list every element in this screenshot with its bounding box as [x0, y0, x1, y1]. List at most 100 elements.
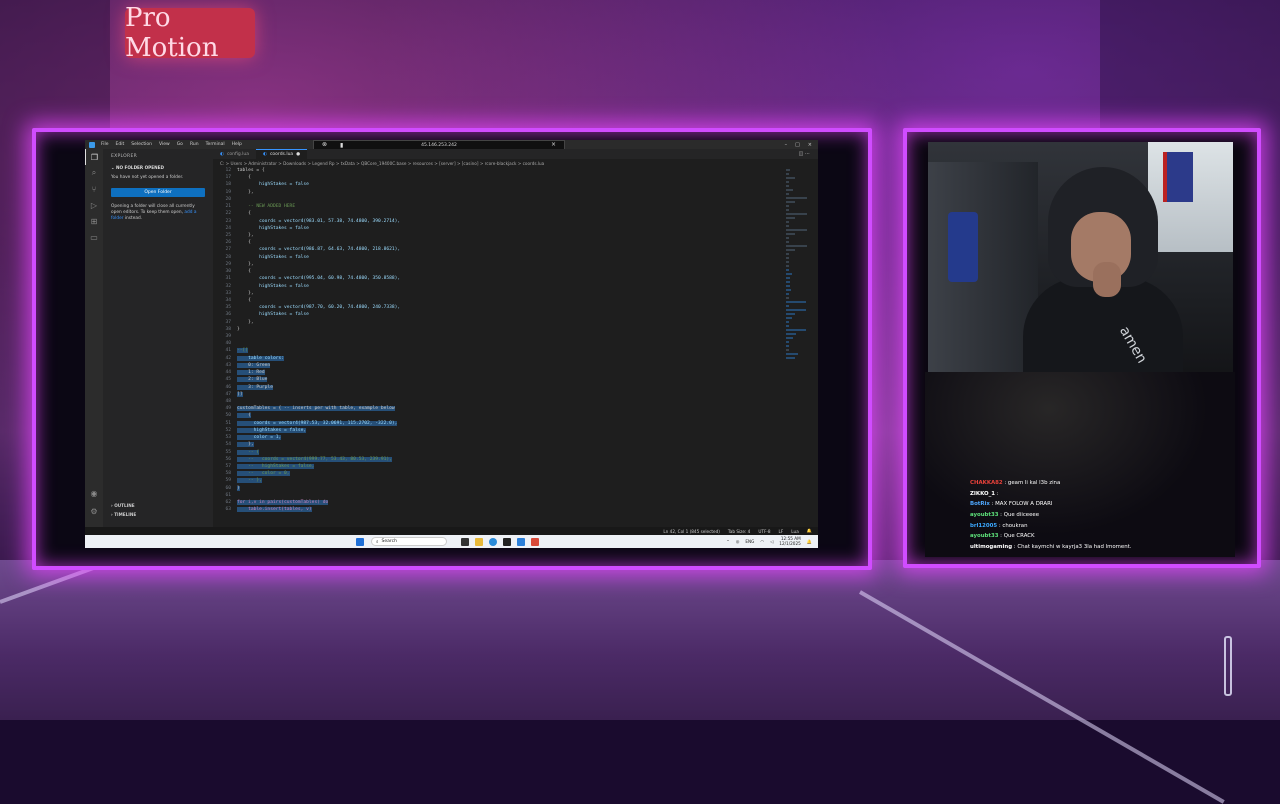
search-icon[interactable]: ⌕ [85, 165, 103, 181]
timeline-section[interactable]: › TIMELINE [103, 510, 213, 519]
line-ending[interactable]: LF [779, 529, 784, 534]
code-line[interactable]: 19 }, [213, 189, 773, 196]
code-line[interactable]: 46 3: Purple [213, 384, 773, 391]
code-line[interactable]: 41 --[[ [213, 347, 773, 354]
code-line[interactable]: 24 highStakes = false [213, 225, 773, 232]
extensions-icon[interactable]: ⊞ [85, 213, 103, 229]
close-remote-icon[interactable]: × [551, 141, 556, 148]
open-folder-button[interactable]: Open Folder [111, 188, 205, 197]
gear-icon[interactable]: ⚙ [85, 503, 103, 519]
windows-start-icon[interactable] [356, 537, 364, 546]
split-editor-icon[interactable]: ◫ ⋯ [791, 149, 818, 159]
volume-icon[interactable]: ◁ [770, 539, 773, 544]
code-line[interactable]: 49 customTables = { -- inserts per with t… [213, 405, 773, 412]
code-line[interactable]: 58 -- color = 0, [213, 470, 773, 477]
code-line[interactable]: 31 coords = vector4(995.04, 60.98, 74.48… [213, 275, 773, 282]
menu-selection[interactable]: Selection [131, 142, 152, 147]
code-line[interactable]: 48 [213, 398, 773, 405]
code-line[interactable]: 39 [213, 333, 773, 340]
code-line[interactable]: 20 [213, 196, 773, 203]
code-line[interactable]: 23 coords = vector4(983.01, 57.38, 74.48… [213, 218, 773, 225]
code-line[interactable]: 25 }, [213, 232, 773, 239]
encoding[interactable]: UTF-8 [758, 529, 770, 534]
code-line[interactable]: 55 -- { [213, 449, 773, 456]
menu-edit[interactable]: Edit [116, 142, 125, 147]
menu-help[interactable]: Help [232, 142, 242, 147]
code-line[interactable]: 40 [213, 340, 773, 347]
vscode-taskbar-icon[interactable] [517, 537, 525, 546]
menu-go[interactable]: Go [177, 142, 183, 147]
code-line[interactable]: 35 coords = vector4(987.70, 60.20, 74.48… [213, 304, 773, 311]
file-explorer-icon[interactable] [475, 537, 483, 546]
code-line[interactable]: 37 }, [213, 319, 773, 326]
menu-view[interactable]: View [159, 142, 170, 147]
pin-icon[interactable]: ⊗ [322, 141, 327, 148]
code-line[interactable]: 51 coords = vector4(987.53, 32.0691, 115… [213, 420, 773, 427]
chevron-up-icon[interactable]: ⌃ [726, 539, 730, 544]
code-line[interactable]: 60} [213, 485, 773, 492]
task-view-icon[interactable] [461, 537, 469, 546]
notification-bell-icon[interactable]: 🔔 [807, 539, 812, 545]
code-line[interactable]: 42 table colors: [213, 355, 773, 362]
code-line[interactable]: 47]] [213, 391, 773, 398]
code-line[interactable]: 22 { [213, 210, 773, 217]
code-line[interactable]: 34 { [213, 297, 773, 304]
notifications-icon[interactable]: 🔔 [807, 528, 812, 534]
breadcrumb[interactable]: C: > Users > Administrator > Downloads >… [213, 159, 818, 167]
menu-file[interactable]: File [101, 142, 109, 147]
code-line[interactable]: 18 highStakes = false [213, 181, 773, 188]
no-folder-header[interactable]: ⌄ NO FOLDER OPENED [103, 163, 213, 172]
tab-coords-lua[interactable]: ◐ coords.lua ● [256, 149, 308, 159]
menu-terminal[interactable]: Terminal [206, 142, 225, 147]
code-line[interactable]: 62 for i,v in pairs(customTables) do [213, 499, 773, 506]
language-mode[interactable]: Lua [791, 529, 798, 534]
wifi-icon[interactable]: ◠ [760, 539, 764, 544]
code-line[interactable]: 38} [213, 326, 773, 333]
minimize-icon[interactable]: – [785, 142, 788, 148]
remote-icon[interactable]: ▭ [85, 229, 103, 245]
code-line[interactable]: 33 }, [213, 290, 773, 297]
menu-run[interactable]: Run [190, 142, 199, 147]
code-line[interactable]: 32 highStakes = false [213, 283, 773, 290]
code-line[interactable]: 26 { [213, 239, 773, 246]
run-debug-icon[interactable]: ▷ [85, 197, 103, 213]
app-icon[interactable] [531, 537, 539, 546]
code-line[interactable]: 30 { [213, 268, 773, 275]
code-line[interactable]: 45 2: Blue [213, 376, 773, 383]
language-indicator[interactable]: ENG [745, 539, 754, 544]
code-line[interactable]: 27 coords = vector4(986.87, 64.63, 74.48… [213, 246, 773, 253]
code-line[interactable]: 36 highStakes = false [213, 311, 773, 318]
network-icon[interactable]: ◎ [736, 539, 740, 544]
code-line[interactable]: 53 color = 1, [213, 434, 773, 441]
account-icon[interactable]: ◉ [85, 485, 103, 501]
code-line[interactable]: 43 0: Green [213, 362, 773, 369]
code-line[interactable]: 50 { [213, 412, 773, 419]
edge-icon[interactable] [489, 537, 497, 546]
terminal-icon[interactable] [503, 537, 511, 546]
code-line[interactable]: 57 -- highStakes = false, [213, 463, 773, 470]
code-line[interactable]: 21 -- NEW ADDED HERE [213, 203, 773, 210]
code-line[interactable]: 59 -- }, [213, 477, 773, 484]
close-icon[interactable]: × [808, 142, 812, 148]
code-line[interactable]: 44 1: Red [213, 369, 773, 376]
code-line[interactable]: 52 highStakes = false, [213, 427, 773, 434]
code-line[interactable]: 61 [213, 492, 773, 499]
tab-config-lua[interactable]: ◐ config.lua [213, 149, 256, 159]
cursor-position[interactable]: Ln 42, Col 1 (845 selected) [663, 529, 720, 534]
taskbar-search[interactable]: ⌕ Search [371, 537, 447, 546]
code-view[interactable]: 12 tables = {17 {18 highStakes = false 19 … [213, 167, 773, 517]
code-line[interactable]: 17 { [213, 174, 773, 181]
minimap[interactable] [786, 167, 808, 517]
tab-size[interactable]: Tab Size: 4 [728, 529, 750, 534]
code-line[interactable]: 12 tables = { [213, 167, 773, 174]
code-line[interactable]: 63 table.insert(tables, v) [213, 506, 773, 513]
maximize-icon[interactable]: □ [795, 142, 800, 148]
code-line[interactable]: 56 -- coords = vector4(999.77, 53.43, 80… [213, 456, 773, 463]
outline-section[interactable]: › OUTLINE [103, 501, 213, 510]
code-line[interactable]: 54 }, [213, 441, 773, 448]
clock[interactable]: 12:55 AM 12/1/2025 [779, 536, 800, 546]
explorer-icon[interactable]: ❐ [85, 149, 103, 165]
tab-close-icon[interactable]: ● [296, 152, 300, 157]
source-control-icon[interactable]: ⑂ [85, 181, 103, 197]
code-line[interactable]: 29 }, [213, 261, 773, 268]
